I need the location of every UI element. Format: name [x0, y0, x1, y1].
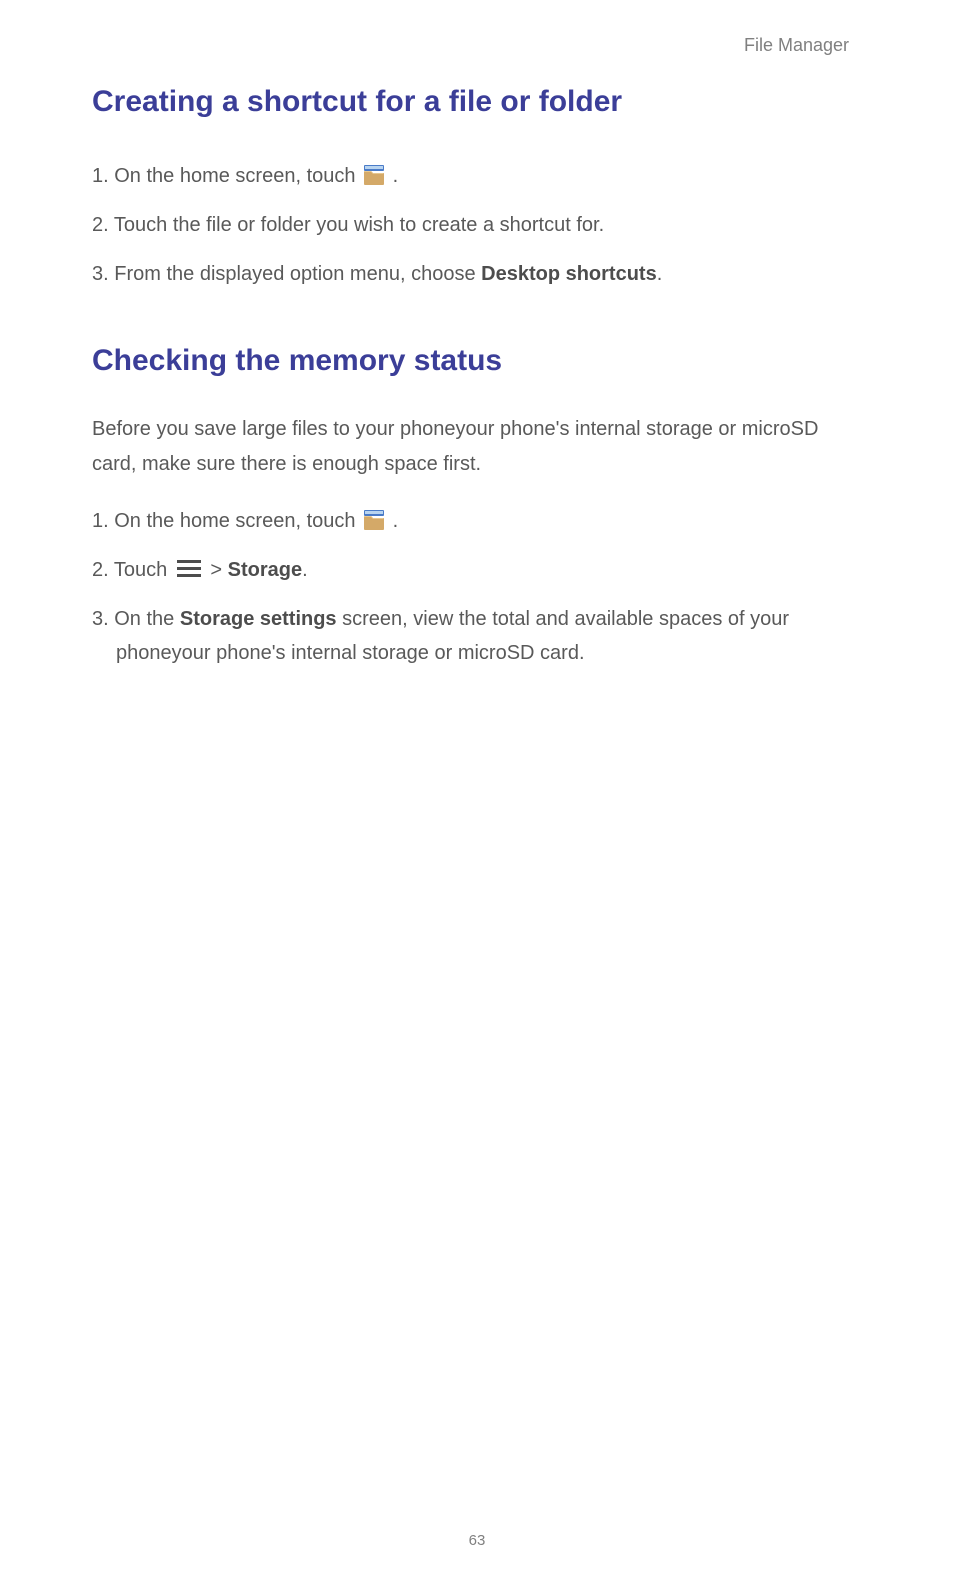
step-text: >	[205, 559, 228, 581]
list-item: On the Storage settings screen, view the…	[92, 602, 854, 670]
step-text: .	[302, 559, 308, 581]
list-item: On the home screen, touch .	[92, 159, 854, 193]
section-heading-memory: Checking the memory status	[92, 341, 854, 380]
step-text: On the home screen, touch	[114, 165, 361, 187]
menu-icon	[177, 560, 201, 578]
bold-text: Desktop shortcuts	[481, 263, 657, 285]
step-text: On the	[114, 608, 180, 630]
page-number: 63	[0, 1532, 954, 1549]
list-item: On the home screen, touch .	[92, 504, 854, 538]
shortcut-steps-list: On the home screen, touch . Touch the fi…	[92, 159, 854, 291]
list-item: Touch > Storage.	[92, 553, 854, 587]
step-text: Touch the file or folder you wish to cre…	[114, 214, 604, 236]
header-label: File Manager	[744, 35, 849, 56]
list-item: Touch the file or folder you wish to cre…	[92, 208, 854, 242]
page-content: Creating a shortcut for a file or folder…	[92, 82, 854, 685]
step-text: On the home screen, touch	[114, 510, 361, 532]
step-text: Touch	[114, 559, 173, 581]
list-item: From the displayed option menu, choose D…	[92, 257, 854, 291]
folder-icon	[363, 164, 385, 186]
memory-steps-list: On the home screen, touch . Touch > Stor…	[92, 504, 854, 670]
step-text: From the displayed option menu, choose	[114, 263, 481, 285]
step-text: .	[657, 263, 663, 285]
bold-text: Storage settings	[180, 608, 337, 630]
step-text: .	[387, 510, 398, 532]
intro-paragraph: Before you save large files to your phon…	[92, 412, 854, 482]
section-heading-shortcut: Creating a shortcut for a file or folder	[92, 82, 854, 121]
step-text: .	[387, 165, 398, 187]
bold-text: Storage	[228, 559, 302, 581]
folder-icon	[363, 509, 385, 531]
